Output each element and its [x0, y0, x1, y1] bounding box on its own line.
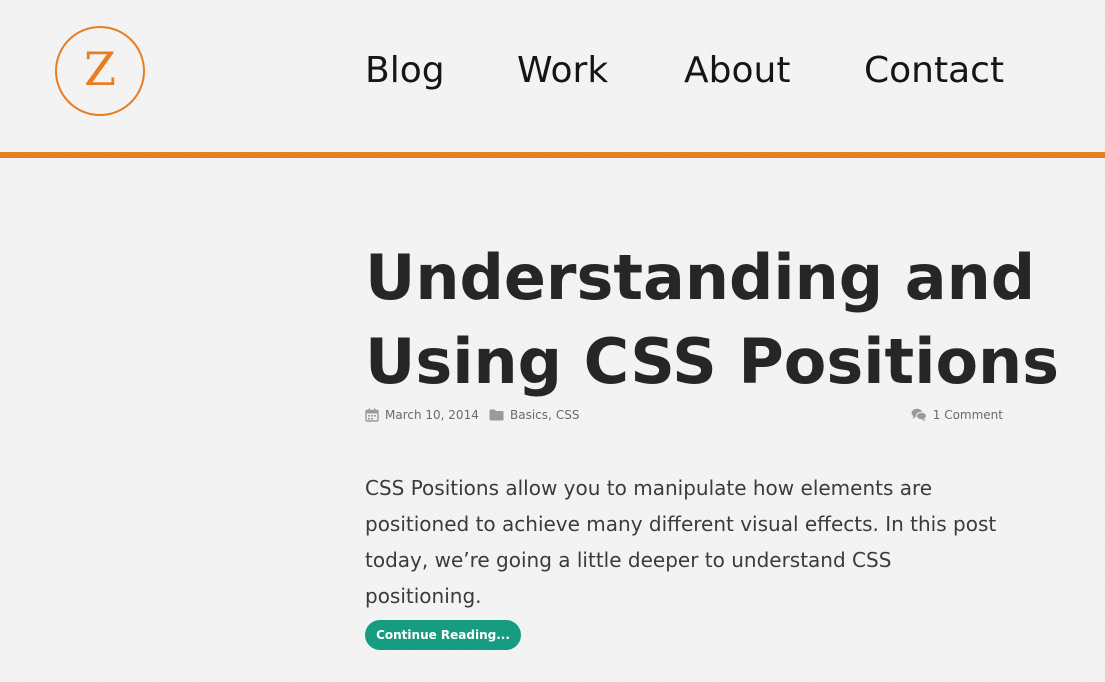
header-divider — [0, 152, 1105, 158]
folder-icon — [489, 409, 504, 421]
category-link-css[interactable]: CSS — [556, 405, 580, 425]
post-title[interactable]: Understanding and Using CSS Positions — [365, 236, 1059, 404]
site-header: Z Blog Work About Contact — [0, 0, 1105, 152]
nav-work[interactable]: Work — [517, 48, 608, 94]
logo-letter: Z — [84, 42, 116, 96]
category-link-basics[interactable]: Basics — [510, 405, 548, 425]
post-excerpt: CSS Positions allow you to manipulate ho… — [365, 476, 997, 608]
category-separator: , — [548, 408, 552, 422]
nav-contact[interactable]: Contact — [864, 48, 1004, 94]
comments-icon — [911, 408, 927, 422]
nav-blog[interactable]: Blog — [365, 48, 445, 94]
post-title-line-2: Using CSS Positions — [365, 325, 1060, 398]
post-categories: Basics , CSS — [489, 405, 579, 425]
post-comments: 1 Comment — [911, 405, 1003, 425]
continue-reading-button[interactable]: Continue Reading... — [365, 620, 521, 650]
main-nav: Blog Work About Contact — [365, 48, 1005, 94]
nav-about[interactable]: About — [684, 48, 790, 94]
post-meta: March 10, 2014 Basics , CSS 1 Comment — [365, 405, 1005, 425]
calendar-icon — [365, 408, 379, 422]
site-logo[interactable]: Z — [55, 26, 145, 116]
post-date-text: March 10, 2014 — [385, 408, 479, 422]
post: Understanding and Using CSS Positions — [365, 236, 1059, 404]
post-date: March 10, 2014 — [365, 405, 479, 425]
comments-link[interactable]: 1 Comment — [933, 405, 1003, 425]
post-title-line-1: Understanding and — [365, 241, 1036, 314]
